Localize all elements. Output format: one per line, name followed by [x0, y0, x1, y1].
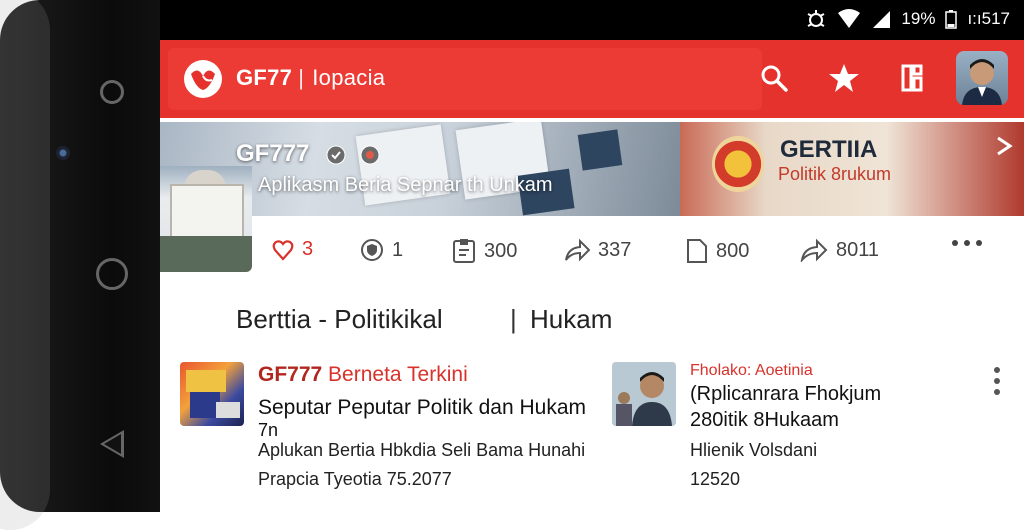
card-thumbnail[interactable] [180, 362, 244, 426]
card-source: GF777 [258, 363, 323, 386]
card-description: Hlienik Volsdani [690, 440, 818, 460]
battery-percent: 19% [901, 9, 936, 28]
verified-icon [326, 145, 346, 165]
search-icon [761, 65, 788, 92]
like-count: 3 [302, 238, 314, 260]
forward-action[interactable]: 8011 [800, 238, 879, 262]
star-icon [829, 64, 859, 92]
card-thumbnail[interactable] [612, 362, 676, 426]
document-action[interactable]: 800 [686, 238, 749, 264]
front-camera [56, 146, 70, 160]
brand-subtitle: Iopacia [312, 65, 386, 90]
chevron-right-icon[interactable] [992, 134, 1016, 158]
share-action[interactable]: 337 [564, 238, 631, 262]
status-bar: 19% ı:ı517 [160, 0, 1024, 40]
app-logo-icon [184, 60, 222, 98]
shield-icon [361, 239, 383, 261]
app-bar: GF77 | Iopacia [160, 40, 1024, 118]
card-category: Berneta Terkini [328, 363, 468, 386]
clock: ı:ı517 [967, 9, 1010, 28]
user-avatar[interactable] [956, 51, 1008, 105]
search-button[interactable] [758, 62, 790, 94]
hero-banner[interactable]: GERTIIA Pоlitik 8rukum GF777 Aplikasm Be… [160, 122, 1024, 216]
card-title[interactable]: Seputar Peputar Politik dan Hukam [258, 396, 586, 420]
forward-icon [800, 238, 828, 262]
card-title-continued: 280itik 8Hukaam [690, 409, 839, 431]
share-count: 337 [598, 238, 632, 261]
building-thumbnail [160, 166, 252, 272]
top-circle-button[interactable] [100, 80, 124, 104]
more-horizontal-icon [952, 240, 982, 246]
battery-icon [945, 10, 958, 29]
hero-title: GF777 [236, 140, 381, 168]
badge-icon [360, 145, 380, 165]
hero-tile-graphic [577, 129, 623, 171]
clipboard-count: 300 [484, 239, 518, 262]
bug-icon [807, 10, 825, 27]
section-title-secondary[interactable]: Hukam [530, 304, 612, 335]
wifi-icon [838, 9, 861, 28]
building-facade [170, 184, 244, 244]
card-meta: 12520 [690, 469, 741, 489]
forward-count: 8011 [836, 238, 880, 261]
profile-photo [962, 59, 1002, 105]
card-label: Fholako: Aoetinia [690, 362, 813, 379]
section-title[interactable]: Berttia - Politikikal [236, 304, 443, 334]
document-icon [687, 239, 707, 263]
action-bar: 3 1 300 337 800 8011 [252, 216, 1024, 284]
bookmark-icon [901, 64, 923, 92]
favorite-button[interactable] [828, 62, 860, 94]
document-count: 800 [716, 239, 750, 262]
emblem-graphic [712, 136, 764, 192]
card-meta: Prapcia Tyeotia 75.2077 [258, 469, 452, 489]
more-options-button[interactable] [950, 238, 984, 248]
share-icon [565, 238, 590, 262]
hero-right-title: GERTIIA [780, 136, 878, 163]
section-separator: | [510, 304, 517, 334]
phone-bezel [0, 0, 160, 530]
card-title[interactable]: (Rplicanrara Fhokjum [690, 383, 881, 406]
brand-name: GF77 [236, 65, 293, 90]
heart-icon [272, 239, 294, 261]
more-vertical-icon[interactable] [992, 366, 1002, 396]
card-description: Aplukan Bertia Hbkdia Seli Bama Hunahi [258, 440, 586, 460]
section-header: Berttia - Politikikal | Hukam [236, 304, 612, 335]
clipboard-action[interactable]: 300 [452, 238, 517, 264]
app-brand: GF77 | Iopacia [236, 65, 385, 91]
hero-title-text: GF777 [236, 140, 310, 167]
shield-action[interactable]: 1 [360, 238, 403, 262]
home-button[interactable] [96, 258, 128, 290]
news-illustration [186, 370, 240, 418]
brand-separator: | [298, 65, 305, 90]
card-title-continued: 7n [258, 420, 279, 440]
shield-count: 1 [392, 238, 404, 261]
like-action[interactable]: 3 [272, 238, 313, 261]
back-button[interactable] [100, 430, 124, 458]
bookmark-button[interactable] [896, 62, 928, 94]
hero-image-right: GERTIIA Pоlitik 8rukum [680, 122, 1024, 216]
hero-right-subtitle: Pоlitik 8rukum [778, 164, 892, 184]
hero-subtitle: Aplikasm Beria Sepnar th Unkam [258, 174, 553, 196]
signal-icon [873, 11, 891, 28]
card-label: GF777 Berneta Terkini [258, 363, 468, 387]
building-street [160, 236, 252, 272]
person-photo [612, 362, 676, 426]
clipboard-icon [453, 239, 475, 263]
